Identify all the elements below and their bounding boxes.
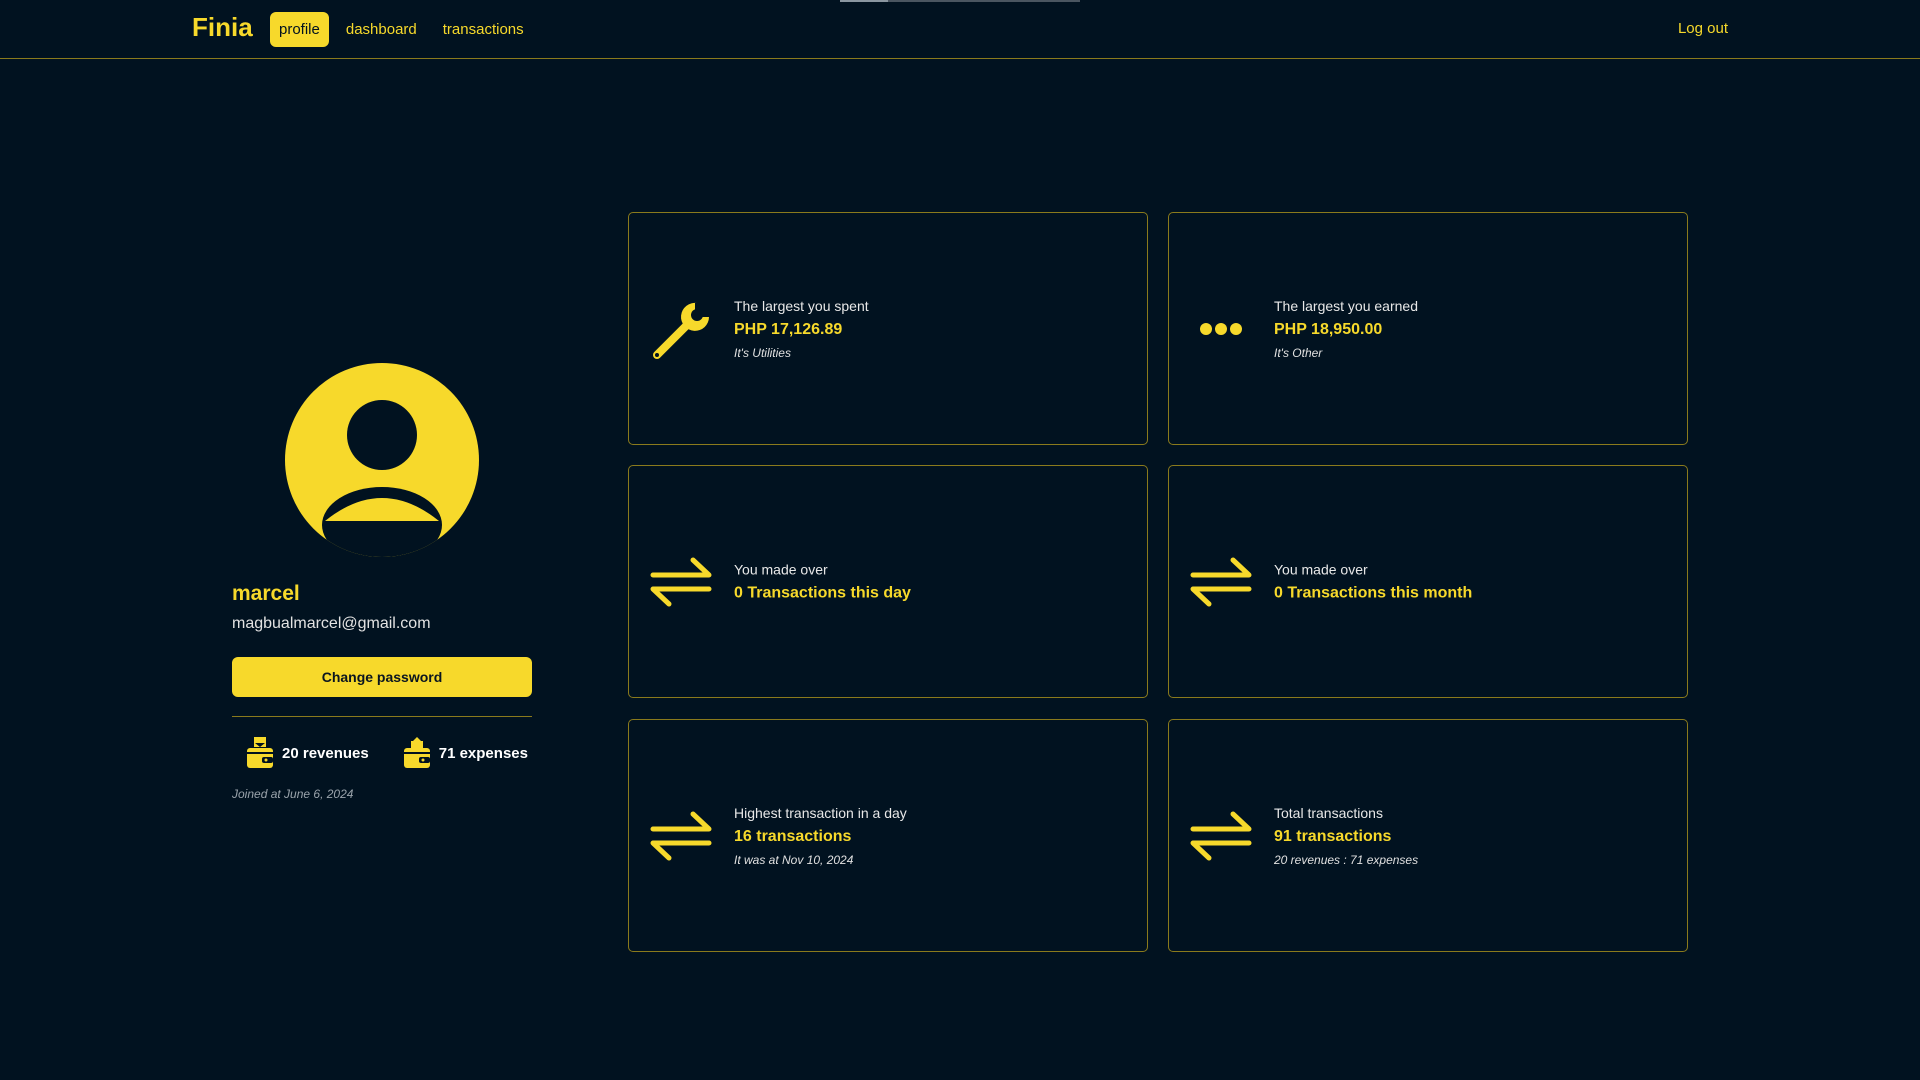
user-circle-icon (285, 363, 479, 557)
wrench-icon (653, 302, 709, 359)
top-navbar: Finia profile dashboard transactions Log… (0, 0, 1920, 59)
brand-logo[interactable]: Finia (192, 12, 253, 43)
card-note: It's Other (1274, 345, 1323, 360)
transactions-today-card: You made over 0 Transactions this day (628, 465, 1148, 698)
card-label: You made over (1274, 561, 1368, 577)
profile-email: magbualmarcel@gmail.com (232, 615, 431, 632)
transactions-month-card: You made over 0 Transactions this month (1168, 465, 1688, 698)
card-note: It's Utilities (734, 345, 791, 360)
transfer-arrows-icon (1190, 811, 1252, 860)
logout-link[interactable]: Log out (1678, 20, 1728, 37)
nav-dashboard[interactable]: dashboard (337, 12, 426, 47)
wallet-out-icon (403, 737, 430, 768)
transfer-arrows-icon (650, 557, 712, 606)
card-value: PHP 17,126.89 (734, 320, 843, 338)
revenues-count: 20 revenues (282, 744, 369, 762)
card-value: 91 transactions (1274, 827, 1392, 845)
nav-profile[interactable]: profile (270, 12, 329, 47)
profile-username: marcel (232, 582, 300, 605)
revenues-stat: 20 revenues (246, 737, 369, 769)
wallet-in-icon (247, 737, 273, 768)
card-value: 0 Transactions this month (1274, 584, 1473, 601)
card-label: The largest you earned (1274, 297, 1418, 314)
card-label: Total transactions (1274, 804, 1383, 821)
card-value: 0 Transactions this day (734, 584, 911, 601)
card-value: 16 transactions (734, 827, 852, 845)
expenses-stat: 71 expenses (403, 737, 528, 769)
divider (232, 716, 532, 717)
transfer-arrows-icon (650, 811, 712, 860)
card-note: It was at Nov 10, 2024 (734, 852, 854, 867)
highest-day-card: Highest transaction in a day 16 transact… (628, 719, 1148, 952)
joined-date: Joined at June 6, 2024 (232, 787, 354, 801)
card-label: The largest you spent (734, 297, 869, 314)
total-transactions-card: Total transactions 91 transactions 20 re… (1168, 719, 1688, 952)
card-value: PHP 18,950.00 (1274, 320, 1383, 338)
change-password-button[interactable]: Change password (232, 657, 532, 697)
expenses-count: 71 expenses (438, 744, 528, 762)
card-note: 20 revenues : 71 expenses (1274, 852, 1419, 867)
largest-earned-card: The largest you earned PHP 18,950.00 It'… (1168, 212, 1688, 445)
ellipsis-icon (1200, 322, 1242, 335)
card-label: Highest transaction in a day (734, 804, 907, 821)
loading-progress-bar (840, 0, 1080, 2)
card-label: You made over (734, 561, 828, 577)
main-nav: profile dashboard transactions (270, 12, 533, 47)
profile-stats: 20 revenues 71 expenses (246, 737, 528, 769)
nav-transactions[interactable]: transactions (434, 12, 533, 47)
transfer-arrows-icon (1190, 557, 1252, 606)
largest-spent-card: The largest you spent PHP 17,126.89 It's… (628, 212, 1148, 445)
